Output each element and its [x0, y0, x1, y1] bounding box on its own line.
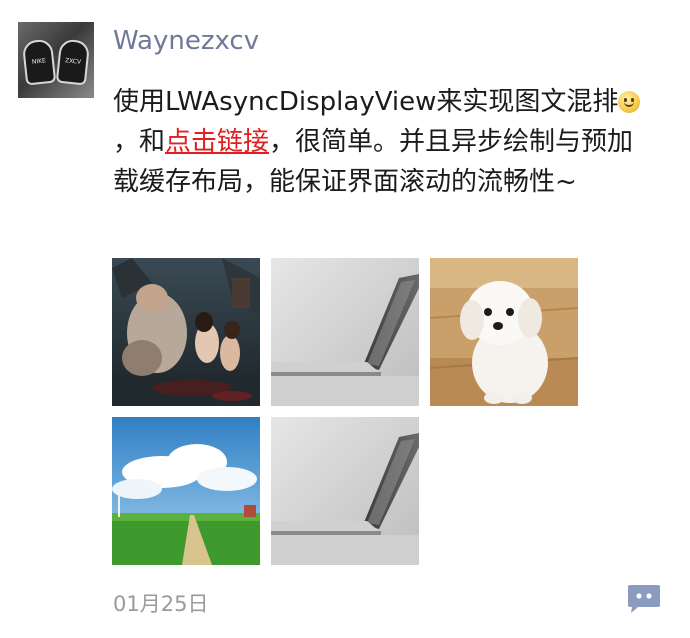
- smiley-face-icon: [618, 91, 641, 113]
- post-date: 01月25日: [113, 592, 209, 616]
- avatar[interactable]: NIKE ZXCV: [18, 22, 94, 98]
- comment-bubble-icon[interactable]: [626, 584, 662, 614]
- author-name[interactable]: Waynezxcv: [113, 26, 259, 56]
- photo-landscape[interactable]: [112, 417, 260, 565]
- post-text-part1: 使用LWAsyncDisplayView来实现图文混排: [113, 87, 619, 117]
- sneaker-left: NIKE: [21, 38, 57, 86]
- photo-laptop-2[interactable]: [271, 417, 419, 565]
- photo-laptop[interactable]: [271, 258, 419, 406]
- post-text: 使用LWAsyncDisplayView来实现图文混排 ，和点击链接，很简单。并且…: [113, 82, 653, 202]
- post-text-part2: ，和: [113, 127, 166, 157]
- post-link[interactable]: 点击链接: [165, 127, 269, 157]
- photo-puppy[interactable]: [430, 258, 578, 406]
- photo-fantasy-art[interactable]: [112, 258, 260, 406]
- sneaker-right: ZXCV: [55, 38, 91, 86]
